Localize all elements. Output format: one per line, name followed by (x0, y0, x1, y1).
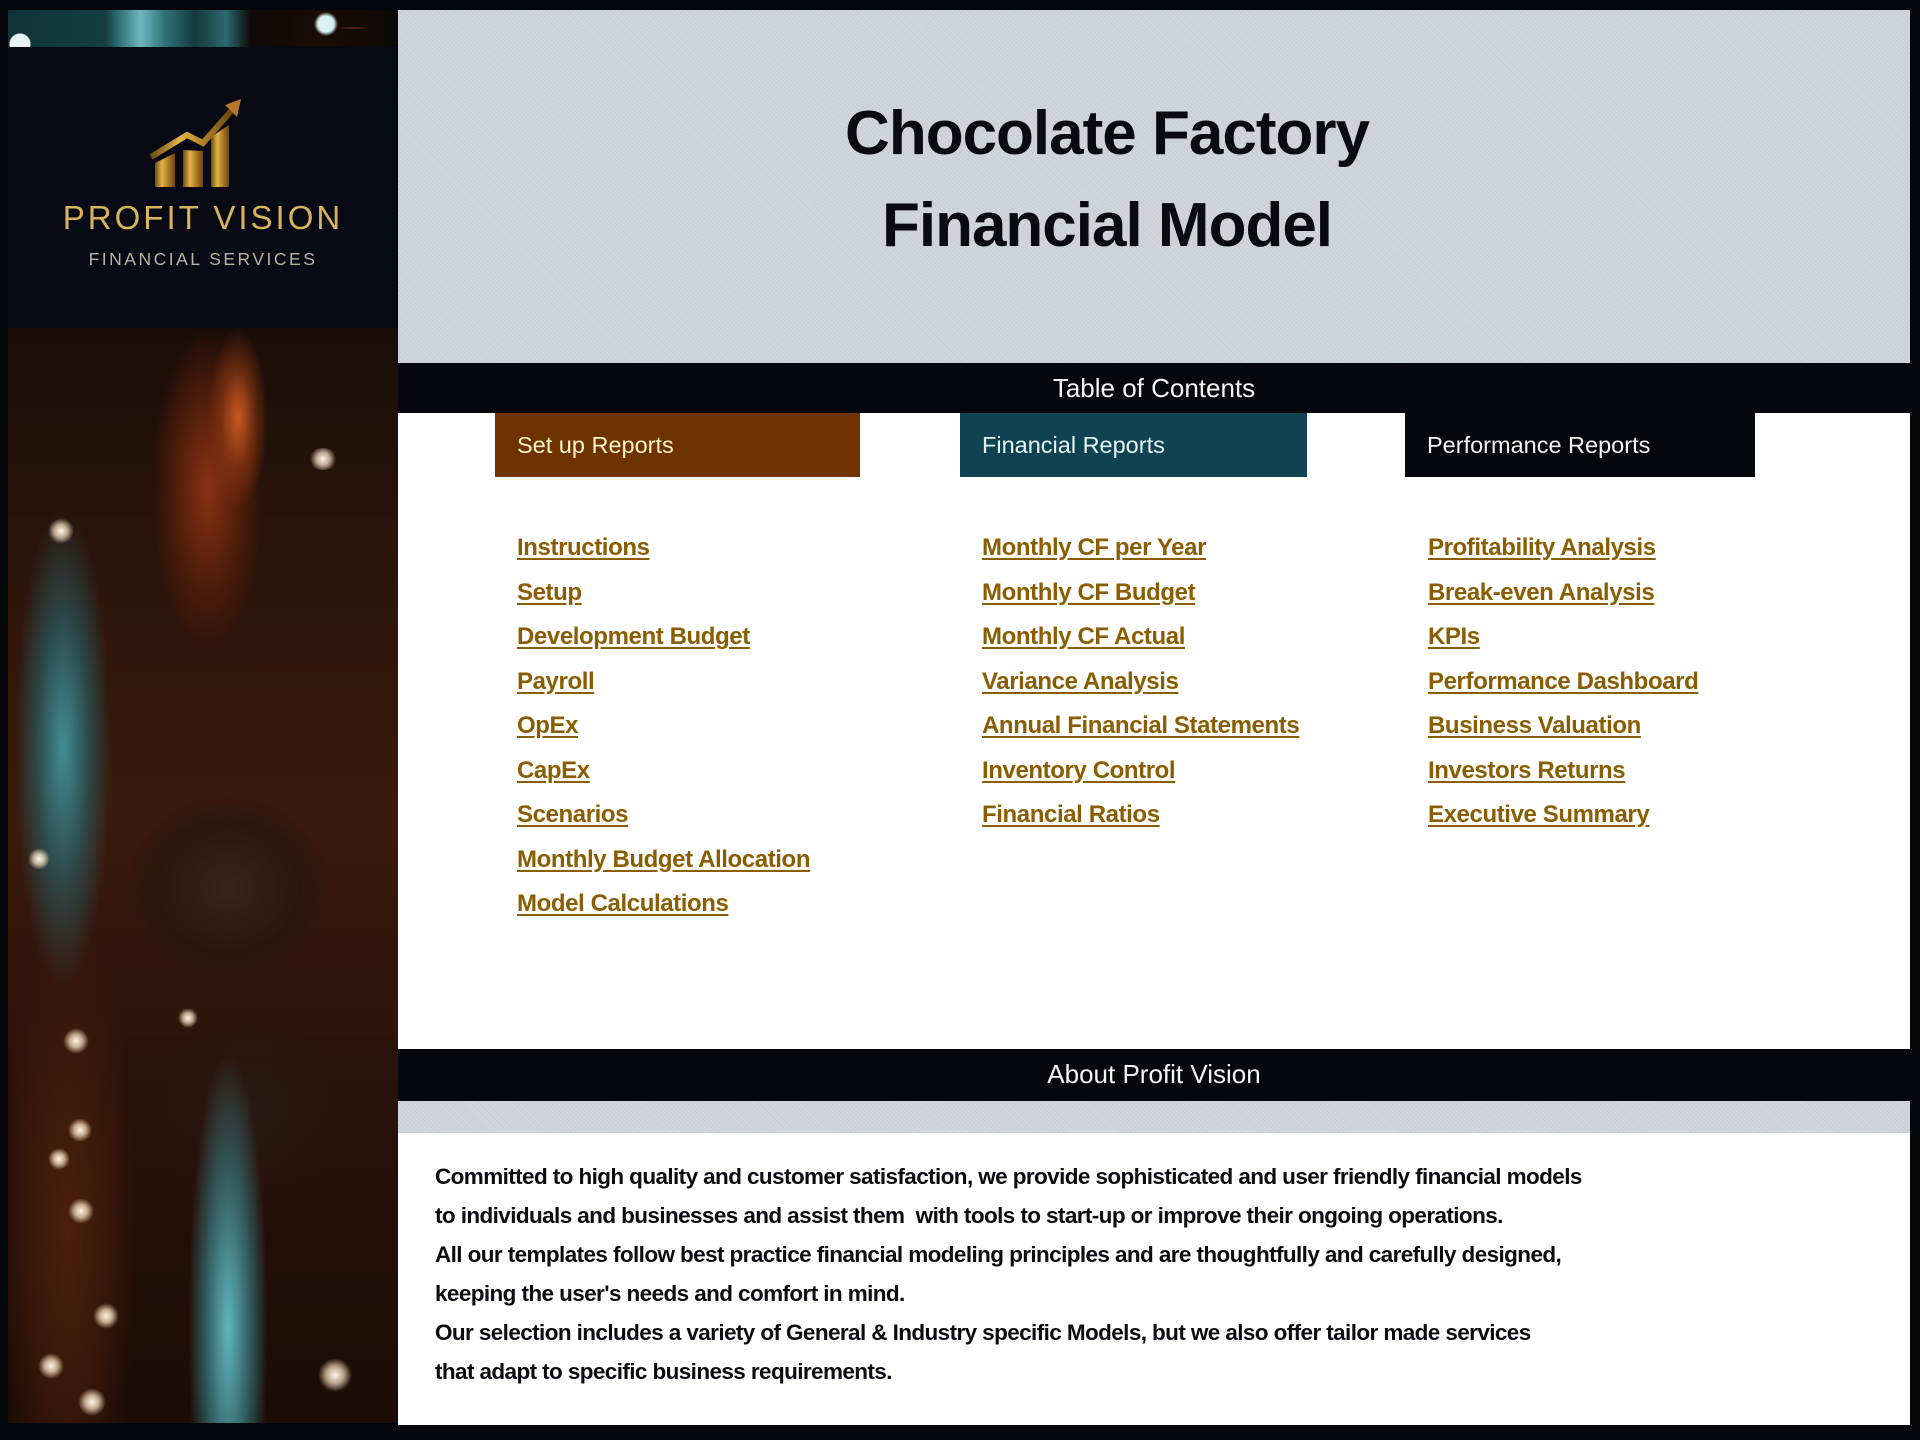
title-panel (398, 10, 1910, 363)
about-line: keeping the user's needs and comfort in … (435, 1281, 905, 1306)
about-content: Committed to high quality and customer s… (398, 1133, 1910, 1425)
link-setup[interactable]: Setup (517, 573, 810, 618)
link-opex[interactable]: OpEx (517, 706, 810, 751)
link-investors-returns[interactable]: Investors Returns (1428, 751, 1698, 796)
link-scenarios[interactable]: Scenarios (517, 795, 810, 840)
header-photo-strip (8, 10, 398, 47)
page-title-line1: Chocolate Factory (845, 99, 1370, 168)
link-break-even-analysis[interactable]: Break-even Analysis (1428, 573, 1698, 618)
brand-subtitle: FINANCIAL SERVICES (88, 249, 318, 269)
brand-name: PROFIT VISION (62, 199, 344, 236)
link-monthly-cf-actual[interactable]: Monthly CF Actual (982, 617, 1299, 662)
link-instructions[interactable]: Instructions (517, 528, 810, 573)
link-performance-dashboard[interactable]: Performance Dashboard (1428, 662, 1699, 707)
about-divider-band (398, 1101, 1910, 1133)
about-line: Committed to high quality and customer s… (435, 1164, 1582, 1189)
toc-header-bar: Table of Contents (398, 363, 1910, 413)
link-monthly-cf-budget[interactable]: Monthly CF Budget (982, 573, 1299, 618)
link-executive-summary[interactable]: Executive Summary (1428, 795, 1698, 840)
link-annual-financial-statements[interactable]: Annual Financial Statements (982, 706, 1300, 751)
link-capex[interactable]: CapEx (517, 751, 810, 796)
link-monthly-cf-per-year[interactable]: Monthly CF per Year (982, 528, 1299, 573)
about-paragraph: Committed to high quality and customer s… (435, 1157, 1582, 1391)
link-model-calculations[interactable]: Model Calculations (517, 884, 810, 929)
link-profitability-analysis[interactable]: Profitability Analysis (1428, 528, 1698, 573)
about-line: to individuals and businesses and assist… (435, 1203, 1503, 1228)
rising-bar-chart-arrow-icon (149, 99, 241, 187)
about-heading: About Profit Vision (1047, 1059, 1261, 1089)
category-financial-reports: Financial Reports (960, 413, 1307, 477)
link-development-budget[interactable]: Development Budget (517, 617, 810, 662)
toc-heading: Table of Contents (1052, 373, 1256, 403)
setup-reports-links: Instructions Setup Development Budget Pa… (517, 528, 810, 929)
link-payroll[interactable]: Payroll (517, 662, 810, 707)
chocolate-factory-photo (8, 328, 398, 1423)
about-header-bar: About Profit Vision (398, 1049, 1910, 1101)
link-business-valuation[interactable]: Business Valuation (1428, 706, 1698, 751)
financial-reports-links: Monthly CF per Year Monthly CF Budget Mo… (982, 528, 1300, 840)
link-variance-analysis[interactable]: Variance Analysis (982, 662, 1299, 707)
link-monthly-budget-allocation[interactable]: Monthly Budget Allocation (517, 840, 810, 885)
link-financial-ratios[interactable]: Financial Ratios (982, 795, 1299, 840)
about-line: that adapt to specific business requirem… (435, 1359, 892, 1384)
about-line: All our templates follow best practice f… (435, 1242, 1562, 1267)
link-inventory-control[interactable]: Inventory Control (982, 751, 1299, 796)
link-kpis[interactable]: KPIs (1428, 617, 1698, 662)
page-title-line2: Financial Model (881, 191, 1333, 260)
category-setup-reports: Set up Reports (495, 413, 860, 477)
category-performance-reports: Performance Reports (1405, 413, 1755, 477)
about-line: Our selection includes a variety of Gene… (435, 1320, 1531, 1345)
performance-reports-links: Profitability Analysis Break-even Analys… (1428, 528, 1699, 840)
